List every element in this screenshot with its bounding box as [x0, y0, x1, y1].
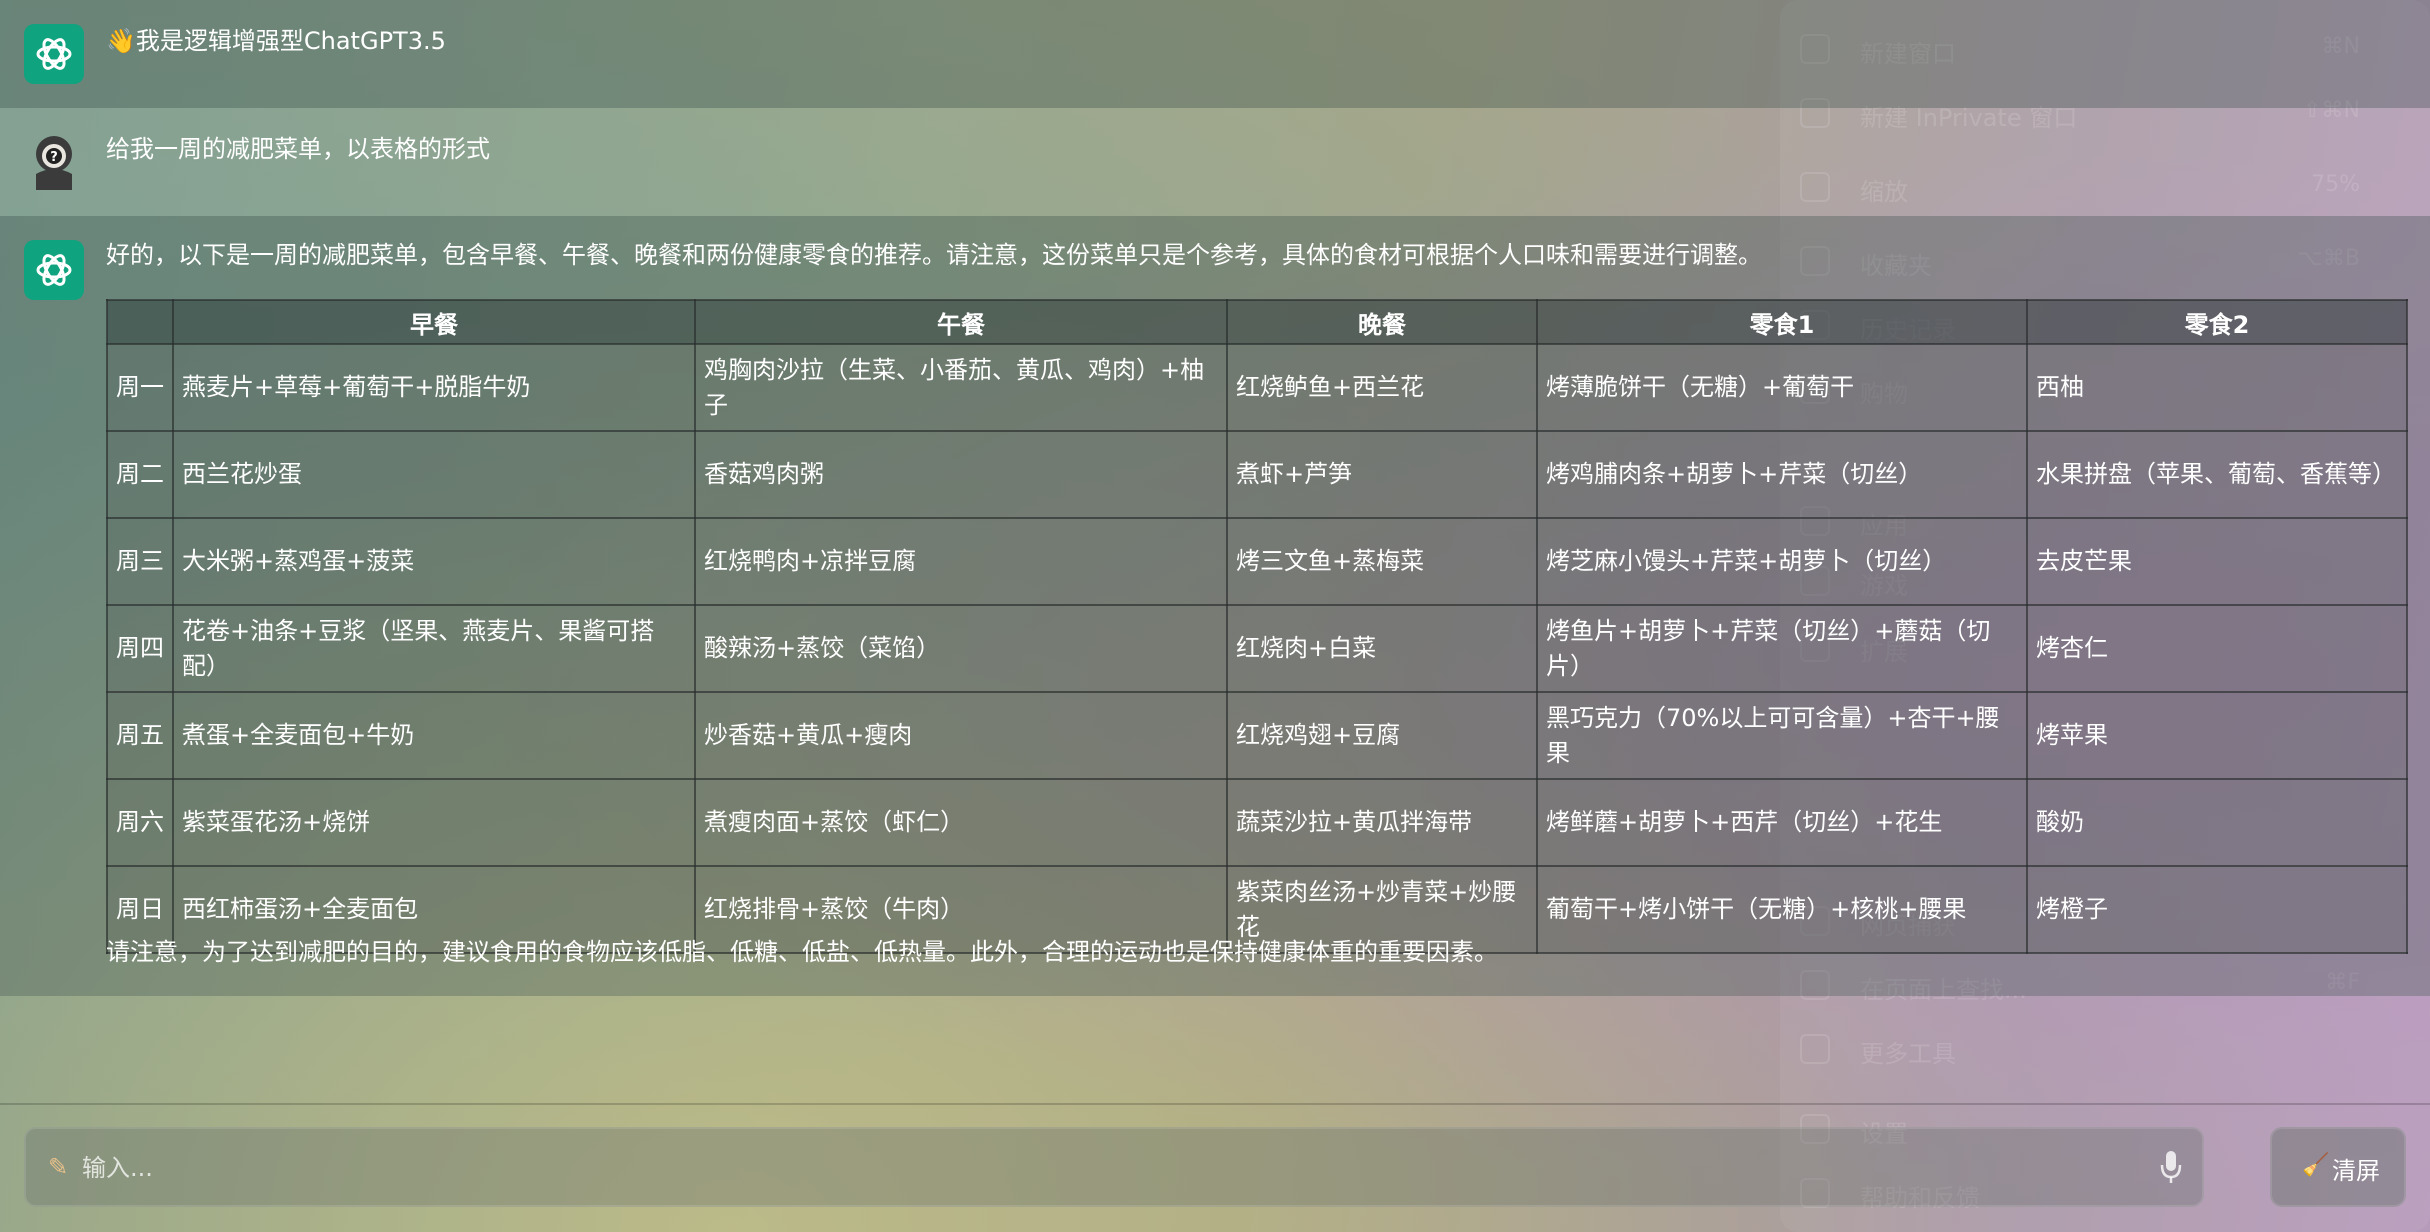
meal-cell: 去皮芒果 — [2026, 517, 2408, 606]
reply-outro-text: 请注意，为了达到减肥的目的，建议食用的食物应该低脂、低糖、低盐、低热量。此外，合… — [106, 938, 1498, 966]
menu-item-label: 更多工具 — [1860, 1040, 1956, 1068]
meal-cell: 西兰花炒蛋 — [172, 430, 696, 519]
meal-cell: 大米粥+蒸鸡蛋+菠菜 — [172, 517, 696, 606]
table-row: 周二 西兰花炒蛋 香菇鸡肉粥 煮虾+芦笋 烤鸡脯肉条+胡萝卜+芹菜（切丝） 水果拼盘（苹果… — [106, 430, 2408, 519]
reply-intro-text: 好的，以下是一周的减肥菜单，包含早餐、午餐、晚餐和两份健康零食的推荐。请注意，这… — [106, 241, 1762, 269]
table-header-cell: 午餐 — [694, 299, 1228, 345]
message-input-box[interactable]: ✎ — [24, 1127, 2204, 1207]
footer-divider — [0, 1103, 2430, 1105]
background-menu-item: 更多工具 — [1780, 1028, 2380, 1068]
meal-cell: 鸡胸肉沙拉（生菜、小番茄、黄瓜、鸡肉）+柚子 — [694, 343, 1228, 432]
diet-menu-table: 早餐 午餐 晚餐 零食1 零食2 周一 燕麦片+草莓+葡萄干+脱脂牛奶 鸡胸肉沙拉（生菜、小… — [106, 299, 2408, 954]
user-avatar-icon: ? — [24, 128, 84, 190]
meal-cell: 燕麦片+草莓+葡萄干+脱脂牛奶 — [172, 343, 696, 432]
table-row: 周五 煮蛋+全麦面包+牛奶 炒香菇+黄瓜+瘦肉 红烧鸡翅+豆腐 黑巧克力（70%以上可可… — [106, 691, 2408, 780]
day-cell: 周六 — [106, 778, 174, 867]
meal-cell: 煮瘦肉面+蒸饺（虾仁） — [694, 778, 1228, 867]
meal-cell: 蔬菜沙拉+黄瓜拌海带 — [1226, 778, 1538, 867]
clear-button-label: 清屏 — [2332, 1157, 2380, 1185]
meal-cell: 炒香菇+黄瓜+瘦肉 — [694, 691, 1228, 780]
user-prompt-text: 给我一周的减肥菜单，以表格的形式 — [106, 135, 490, 163]
table-header-row: 早餐 午餐 晚餐 零食1 零食2 — [106, 299, 2408, 345]
table-header-cell: 零食1 — [1536, 299, 2028, 345]
table-header-cell: 零食2 — [2026, 299, 2408, 345]
day-cell: 周四 — [106, 604, 174, 693]
table-row: 周三 大米粥+蒸鸡蛋+菠菜 红烧鸭肉+凉拌豆腐 烤三文鱼+蒸梅菜 烤芝麻小馒头+芹菜+胡… — [106, 517, 2408, 606]
clear-screen-button[interactable]: 🧹 清屏 — [2270, 1127, 2406, 1207]
meal-cell: 烤鱼片+胡萝卜+芹菜（切丝）+蘑菇（切片） — [1536, 604, 2028, 693]
day-cell: 周二 — [106, 430, 174, 519]
meal-cell: 西柚 — [2026, 343, 2408, 432]
chatgpt-logo-icon — [24, 240, 84, 300]
meal-cell: 葡萄干+烤小饼干（无糖）+核桃+腰果 — [1536, 865, 2028, 954]
meal-cell: 酸奶 — [2026, 778, 2408, 867]
meal-cell: 烤芝麻小馒头+芹菜+胡萝卜（切丝） — [1536, 517, 2028, 606]
microphone-icon[interactable] — [2158, 1149, 2184, 1185]
meal-cell: 水果拼盘（苹果、葡萄、香蕉等） — [2026, 430, 2408, 519]
meal-cell: 烤薄脆饼干（无糖）+葡萄干 — [1536, 343, 2028, 432]
table-row: 周六 紫菜蛋花汤+烧饼 煮瘦肉面+蒸饺（虾仁） 蔬菜沙拉+黄瓜拌海带 烤鲜蘑+胡萝卜+西… — [106, 778, 2408, 867]
meal-cell: 红烧鸡翅+豆腐 — [1226, 691, 1538, 780]
meal-cell: 煮蛋+全麦面包+牛奶 — [172, 691, 696, 780]
meal-cell: 黑巧克力（70%以上可可含量）+杏干+腰果 — [1536, 691, 2028, 780]
meal-cell: 花卷+油条+豆浆（坚果、燕麦片、果酱可搭配） — [172, 604, 696, 693]
meal-cell: 烤三文鱼+蒸梅菜 — [1226, 517, 1538, 606]
day-cell: 周五 — [106, 691, 174, 780]
table-header-cell: 晚餐 — [1226, 299, 1538, 345]
meal-cell: 紫菜蛋花汤+烧饼 — [172, 778, 696, 867]
meal-cell: 烤苹果 — [2026, 691, 2408, 780]
meal-cell: 烤鲜蘑+胡萝卜+西芹（切丝）+花生 — [1536, 778, 2028, 867]
day-cell: 周三 — [106, 517, 174, 606]
meal-cell: 烤鸡脯肉条+胡萝卜+芹菜（切丝） — [1536, 430, 2028, 519]
menu-item-icon — [1800, 1034, 1830, 1064]
user-message: ? 给我一周的减肥菜单，以表格的形式 — [0, 108, 2430, 216]
bot-intro-message: 👋我是逻辑增强型ChatGPT3.5 — [0, 0, 2430, 108]
chatgpt-logo-icon — [24, 24, 84, 84]
day-cell: 周一 — [106, 343, 174, 432]
svg-text:?: ? — [50, 150, 58, 165]
broom-icon: 🧹 — [2302, 1153, 2330, 1178]
message-input[interactable] — [80, 1145, 2114, 1191]
meal-cell: 红烧鲈鱼+西兰花 — [1226, 343, 1538, 432]
meal-cell: 烤橙子 — [2026, 865, 2408, 954]
meal-cell: 煮虾+芦笋 — [1226, 430, 1538, 519]
table-header-cell — [106, 299, 174, 345]
bot-intro-text: 👋我是逻辑增强型ChatGPT3.5 — [106, 27, 446, 55]
meal-cell: 香菇鸡肉粥 — [694, 430, 1228, 519]
pencil-icon: ✎ — [48, 1153, 69, 1181]
table-row: 周四 花卷+油条+豆浆（坚果、燕麦片、果酱可搭配） 酸辣汤+蒸饺（菜馅） 红烧肉+白菜… — [106, 604, 2408, 693]
table-header-cell: 早餐 — [172, 299, 696, 345]
meal-cell: 红烧肉+白菜 — [1226, 604, 1538, 693]
table-row: 周一 燕麦片+草莓+葡萄干+脱脂牛奶 鸡胸肉沙拉（生菜、小番茄、黄瓜、鸡肉）+柚子红… — [106, 343, 2408, 432]
meal-cell: 红烧鸭肉+凉拌豆腐 — [694, 517, 1228, 606]
meal-cell: 酸辣汤+蒸饺（菜馅） — [694, 604, 1228, 693]
meal-cell: 烤杏仁 — [2026, 604, 2408, 693]
